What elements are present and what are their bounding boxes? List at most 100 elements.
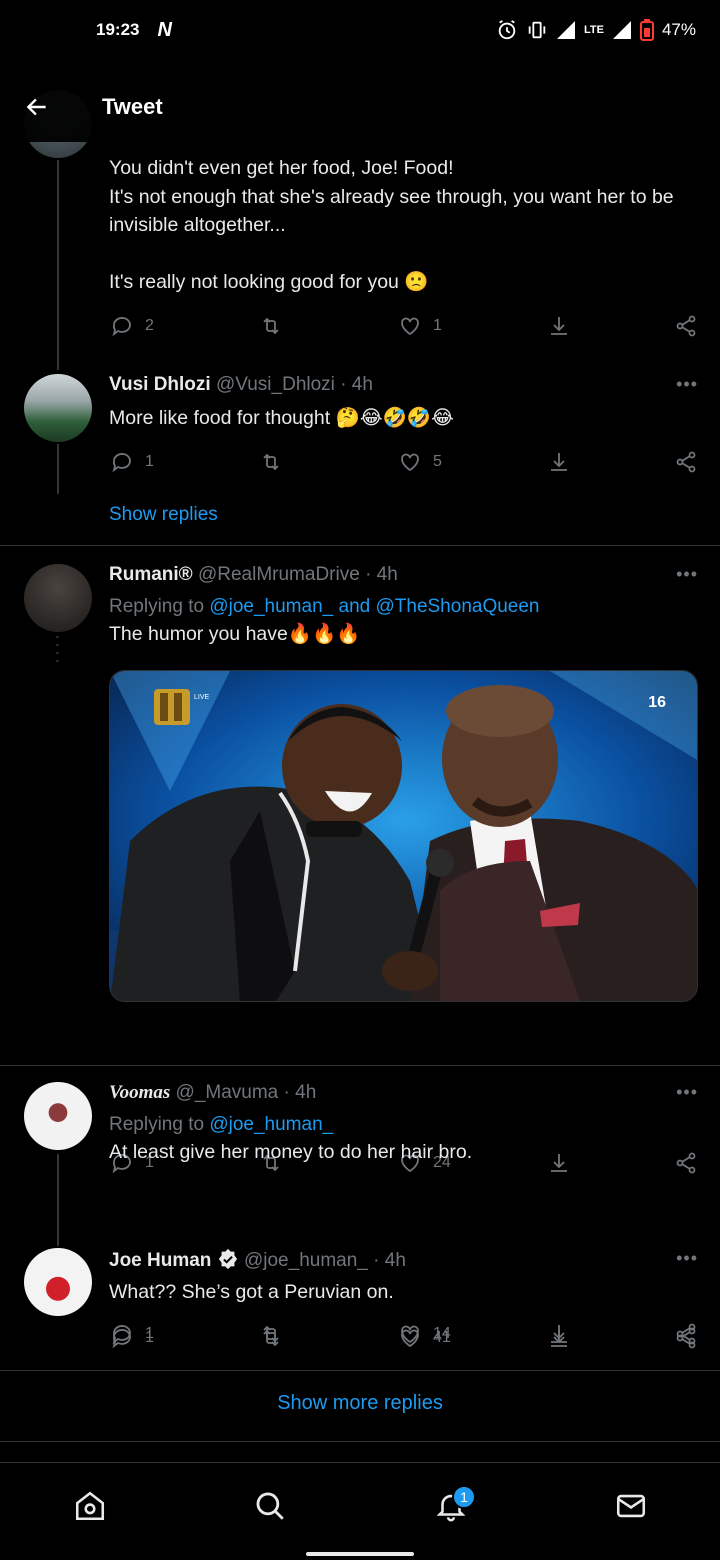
download-icon — [551, 1329, 567, 1347]
battery-percent: 47% — [661, 20, 696, 39]
divider — [0, 1065, 720, 1066]
back-button[interactable] — [2, 72, 72, 142]
avatar[interactable] — [24, 564, 92, 632]
replying-prefix: Replying to — [109, 1114, 210, 1135]
mention-link[interactable]: @joe_human_ — [209, 596, 333, 617]
reply-icon — [112, 1329, 131, 1349]
divider — [0, 545, 720, 546]
tweet-media-image[interactable]: LIVE 16 — [109, 670, 698, 1002]
timestamp: · 4h — [373, 1250, 406, 1271]
nav-search[interactable] — [245, 1481, 295, 1531]
reply-count: 2 — [145, 317, 154, 334]
like-button[interactable]: 1 — [397, 314, 442, 338]
display-name[interactable]: Joe Human — [109, 1250, 211, 1271]
reply-button[interactable]: 1 — [109, 450, 154, 474]
media-photo: LIVE 16 — [110, 671, 697, 1001]
download-button[interactable] — [547, 450, 571, 474]
more-options-icon[interactable]: ••• — [676, 374, 698, 395]
top-bar: Tweet — [0, 72, 720, 142]
like-count: 41 — [433, 1329, 451, 1346]
share-button[interactable] — [674, 450, 698, 474]
retweet-icon — [263, 317, 279, 335]
timestamp: · 4h — [340, 374, 373, 395]
arrow-left-icon — [26, 98, 46, 116]
display-name[interactable]: Vusi Dhlozi — [109, 374, 211, 395]
like-button[interactable]: 41 — [397, 1326, 451, 1350]
retweet-button[interactable] — [257, 1326, 285, 1350]
signal-icon — [557, 21, 575, 39]
heart-icon — [401, 453, 419, 472]
divider — [0, 1441, 720, 1442]
retweet-button[interactable] — [257, 314, 285, 338]
tweet-text: What?? She’s got a Peruvian on. — [109, 1281, 394, 1303]
mention-link[interactable]: @TheShonaQueen — [375, 596, 539, 617]
tweet-text: The humor you have🔥🔥🔥 — [109, 623, 361, 645]
tweet-text: More like food for thought 🤔😂🤣🤣😂 — [109, 407, 454, 429]
more-options-icon[interactable]: ••• — [676, 1248, 698, 1269]
share-icon — [676, 1327, 696, 1349]
share-button[interactable] — [674, 314, 698, 338]
avatar[interactable] — [24, 1082, 92, 1150]
thread-line — [57, 444, 59, 494]
timestamp: · 4h — [365, 564, 398, 585]
mail-icon — [616, 1494, 646, 1518]
carrier-icon: N — [157, 18, 172, 41]
handle[interactable]: @RealMrumaDrive — [198, 564, 360, 585]
heart-icon — [401, 1329, 419, 1348]
reply-icon — [112, 453, 131, 473]
network-label: LTE — [584, 24, 604, 36]
show-more-replies-link[interactable]: Show more replies — [0, 1392, 720, 1415]
nav-home[interactable] — [65, 1481, 115, 1531]
home-icon — [75, 1491, 105, 1521]
share-icon — [676, 315, 696, 337]
tweet-text: At least give her money to do her hair b… — [109, 1141, 473, 1163]
handle[interactable]: @joe_human_ — [244, 1250, 368, 1271]
like-count: 5 — [433, 453, 442, 470]
download-button[interactable] — [547, 314, 571, 338]
like-button[interactable]: 5 — [397, 450, 442, 474]
handle[interactable]: @_Mavuma — [176, 1082, 279, 1103]
vibrate-icon — [528, 21, 546, 39]
reply-button[interactable]: 1 — [109, 1326, 154, 1350]
reply-count: 1 — [145, 453, 154, 470]
display-name[interactable]: Voomas — [109, 1082, 170, 1103]
thread-line — [57, 160, 59, 370]
replying-to: Replying to @joe_human_ — [109, 1114, 698, 1136]
display-name[interactable]: Rumani® — [109, 564, 193, 585]
retweet-icon — [263, 453, 279, 471]
thread-line — [57, 1154, 59, 1246]
status-time: 19:23 — [96, 20, 140, 39]
alarm-icon — [498, 20, 516, 40]
retweet-icon — [263, 1329, 279, 1347]
notification-badge: 1 — [452, 1485, 476, 1509]
nav-messages[interactable] — [606, 1481, 656, 1531]
heart-icon — [401, 317, 419, 336]
timestamp: · 4h — [283, 1082, 317, 1103]
avatar[interactable] — [24, 1248, 92, 1316]
reply-button[interactable]: 2 — [109, 314, 154, 338]
reply-icon — [112, 317, 131, 337]
status-bar: 19:23 N LTE 47% — [0, 0, 720, 60]
verified-badge-icon — [218, 1248, 237, 1270]
retweet-button[interactable] — [257, 450, 285, 474]
download-icon — [551, 453, 567, 471]
show-replies-link[interactable]: Show replies — [109, 504, 218, 526]
download-button[interactable] — [547, 1326, 571, 1350]
share-button[interactable] — [674, 1326, 698, 1350]
handle[interactable]: @Vusi_Dhlozi — [216, 374, 335, 395]
avatar[interactable] — [24, 374, 92, 442]
media-live-label: LIVE — [194, 694, 210, 701]
like-count: 1 — [433, 317, 442, 334]
more-options-icon[interactable]: ••• — [676, 1082, 698, 1103]
share-icon — [676, 451, 696, 473]
search-icon — [256, 1492, 284, 1520]
tweet-actions: 2 1 — [109, 312, 698, 340]
battery-icon — [639, 19, 654, 41]
tweet-actions: 1 5 — [109, 448, 698, 476]
more-options-icon[interactable]: ••• — [676, 564, 698, 585]
nav-notifications[interactable]: 1 — [426, 1481, 476, 1531]
and-text: and — [333, 596, 376, 617]
home-indicator[interactable] — [306, 1552, 414, 1556]
download-icon — [551, 317, 567, 335]
mention-link[interactable]: @joe_human_ — [209, 1114, 333, 1135]
